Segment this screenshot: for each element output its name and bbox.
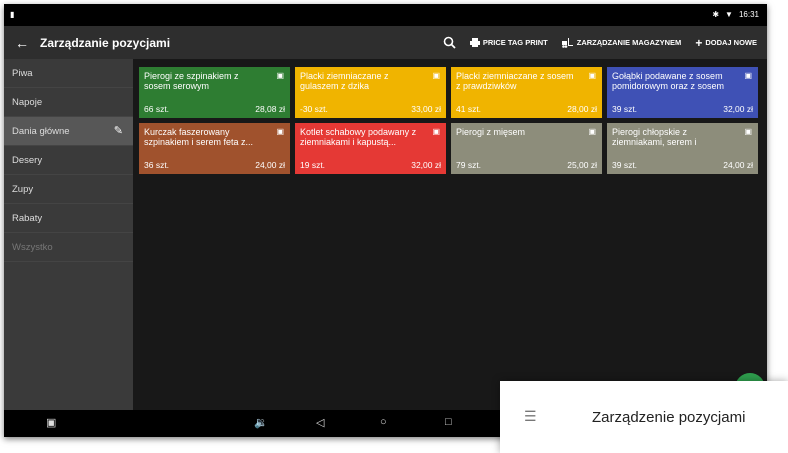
product-price: 28,08 zł	[255, 104, 285, 114]
warehouse-button[interactable]: ZARZĄDZANIE MAGAZYNEM	[561, 37, 682, 48]
add-new-label: DODAJ NOWE	[705, 38, 757, 47]
price-tag-print-button[interactable]: PRICE TAG PRINT	[469, 38, 548, 47]
product-qty: 36 szt.	[144, 160, 170, 170]
pencil-icon[interactable]: ✎	[114, 124, 123, 137]
back-triangle-icon[interactable]: ◁	[316, 416, 324, 429]
volume-icon[interactable]: 🔉	[254, 416, 268, 429]
product-qty: 66 szt.	[144, 104, 170, 114]
product-tile[interactable]: Placki ziemniaczane z gulaszem z dzika ▣…	[295, 67, 446, 118]
product-qty: 39 szt.	[612, 104, 638, 114]
product-qty: 41 szt.	[456, 104, 482, 114]
recents-square-icon[interactable]: □	[445, 416, 452, 428]
notification-icon: ▮	[10, 10, 15, 19]
home-circle-icon[interactable]: ○	[380, 416, 387, 428]
sidebar-item-wszystko[interactable]: Wszystko	[4, 233, 133, 262]
sidebar-item-dania-glowne[interactable]: Dania główne ✎	[4, 117, 133, 146]
product-name: Pierogi z mięsem	[456, 127, 526, 137]
package-icon: ▣	[432, 127, 440, 136]
product-name: Pierogi chłopskie z ziemniakami, serem i…	[612, 127, 697, 147]
product-name: Kurczak faszerowany szpinakiem i serem f…	[144, 127, 254, 147]
popup-card[interactable]: ☰ Zarządzenie pozycjami	[500, 381, 788, 453]
product-price: 33,00 zł	[411, 104, 441, 114]
status-time: 16:31	[738, 10, 759, 19]
package-icon: ▣	[276, 71, 284, 80]
bluetooth-icon: ✱	[712, 10, 720, 19]
package-icon: ▣	[588, 71, 596, 80]
warehouse-label: ZARZĄDZANIE MAGAZYNEM	[576, 38, 682, 47]
product-price: 24,00 zł	[723, 160, 753, 170]
product-tile[interactable]: Kotlet schabowy podawany z ziemniakami i…	[295, 123, 446, 174]
product-name: Placki ziemniaczane z gulaszem z dzika	[300, 71, 389, 91]
plus-icon: +	[695, 35, 703, 50]
popup-title: Zarządzenie pozycjami	[592, 409, 746, 426]
package-icon: ▣	[432, 71, 440, 80]
product-price: 28,00 zł	[567, 104, 597, 114]
app-bar: ← Zarządzanie pozycjami PRICE TAG PRINT …	[4, 26, 767, 59]
product-tile[interactable]: Pierogi ze szpinakiem z sosem serowym ▣ …	[139, 67, 290, 118]
back-arrow-icon[interactable]: ←	[8, 35, 36, 51]
sidebar-item-desery[interactable]: Desery	[4, 146, 133, 175]
product-tile[interactable]: Placki ziemniaczane z sosem z prawdziwkó…	[451, 67, 602, 118]
add-new-button[interactable]: + DODAJ NOWE	[695, 36, 757, 50]
product-name: Gołąbki podawane z sosem pomidorowym ora…	[612, 71, 725, 91]
screenshot-icon[interactable]: ▣	[46, 416, 56, 429]
sidebar-item-label: Rabaty	[12, 212, 43, 224]
product-qty: 19 szt.	[300, 160, 326, 170]
printer-icon	[469, 38, 480, 47]
product-price: 32,00 zł	[411, 160, 441, 170]
product-qty: 79 szt.	[456, 160, 482, 170]
sidebar-item-label: Desery	[12, 154, 43, 166]
page-title: Zarządzanie pozycjami	[40, 35, 171, 50]
product-qty: 39 szt.	[612, 160, 638, 170]
product-price: 24,00 zł	[255, 160, 285, 170]
sidebar-item-label: Wszystko	[12, 241, 53, 253]
product-name: Kotlet schabowy podawany z ziemniakami i…	[300, 127, 417, 147]
package-icon: ▣	[744, 127, 752, 136]
sidebar-item-label: Dania główne	[12, 125, 70, 137]
sidebar-item-zupy[interactable]: Zupy	[4, 175, 133, 204]
sidebar-item-label: Zupy	[12, 183, 34, 195]
product-name: Placki ziemniaczane z sosem z prawdziwkó…	[456, 71, 574, 91]
status-bar: ▮ ✱ ▼ 16:31	[4, 4, 767, 26]
sidebar-item-napoje[interactable]: Napoje	[4, 88, 133, 117]
sidebar-item-label: Napoje	[12, 96, 43, 108]
product-grid: Pierogi ze szpinakiem z sosem serowym ▣ …	[133, 59, 767, 410]
sidebar-item-piwa[interactable]: Piwa	[4, 59, 133, 88]
search-button[interactable]	[443, 36, 456, 49]
forklift-icon	[561, 37, 573, 48]
search-icon	[443, 36, 456, 49]
product-price: 32,00 zł	[723, 104, 753, 114]
product-tile[interactable]: Kurczak faszerowany szpinakiem i serem f…	[139, 123, 290, 174]
product-price: 25,00 zł	[567, 160, 597, 170]
package-icon: ▣	[276, 127, 284, 136]
package-icon: ▣	[588, 127, 596, 136]
category-sidebar: Piwa Napoje Dania główne ✎ Desery Zupy Ra…	[4, 59, 133, 410]
product-tile[interactable]: Pierogi chłopskie z ziemniakami, serem i…	[607, 123, 758, 174]
list-icon: ☰	[524, 408, 537, 424]
product-qty: -30 szt.	[300, 104, 328, 114]
tablet-screen: ▮ ✱ ▼ 16:31 ← Zarządzanie pozycjami PRIC…	[4, 4, 767, 437]
product-tile[interactable]: Gołąbki podawane z sosem pomidorowym ora…	[607, 67, 758, 118]
product-tile[interactable]: Pierogi z mięsem ▣ 79 szt. 25,00 zł	[451, 123, 602, 174]
product-name: Pierogi ze szpinakiem z sosem serowym	[144, 71, 239, 91]
price-tag-print-label: PRICE TAG PRINT	[482, 38, 548, 47]
sidebar-item-label: Piwa	[12, 67, 33, 79]
sidebar-item-rabaty[interactable]: Rabaty	[4, 204, 133, 233]
wifi-icon: ▼	[725, 10, 733, 19]
package-icon: ▣	[744, 71, 752, 80]
